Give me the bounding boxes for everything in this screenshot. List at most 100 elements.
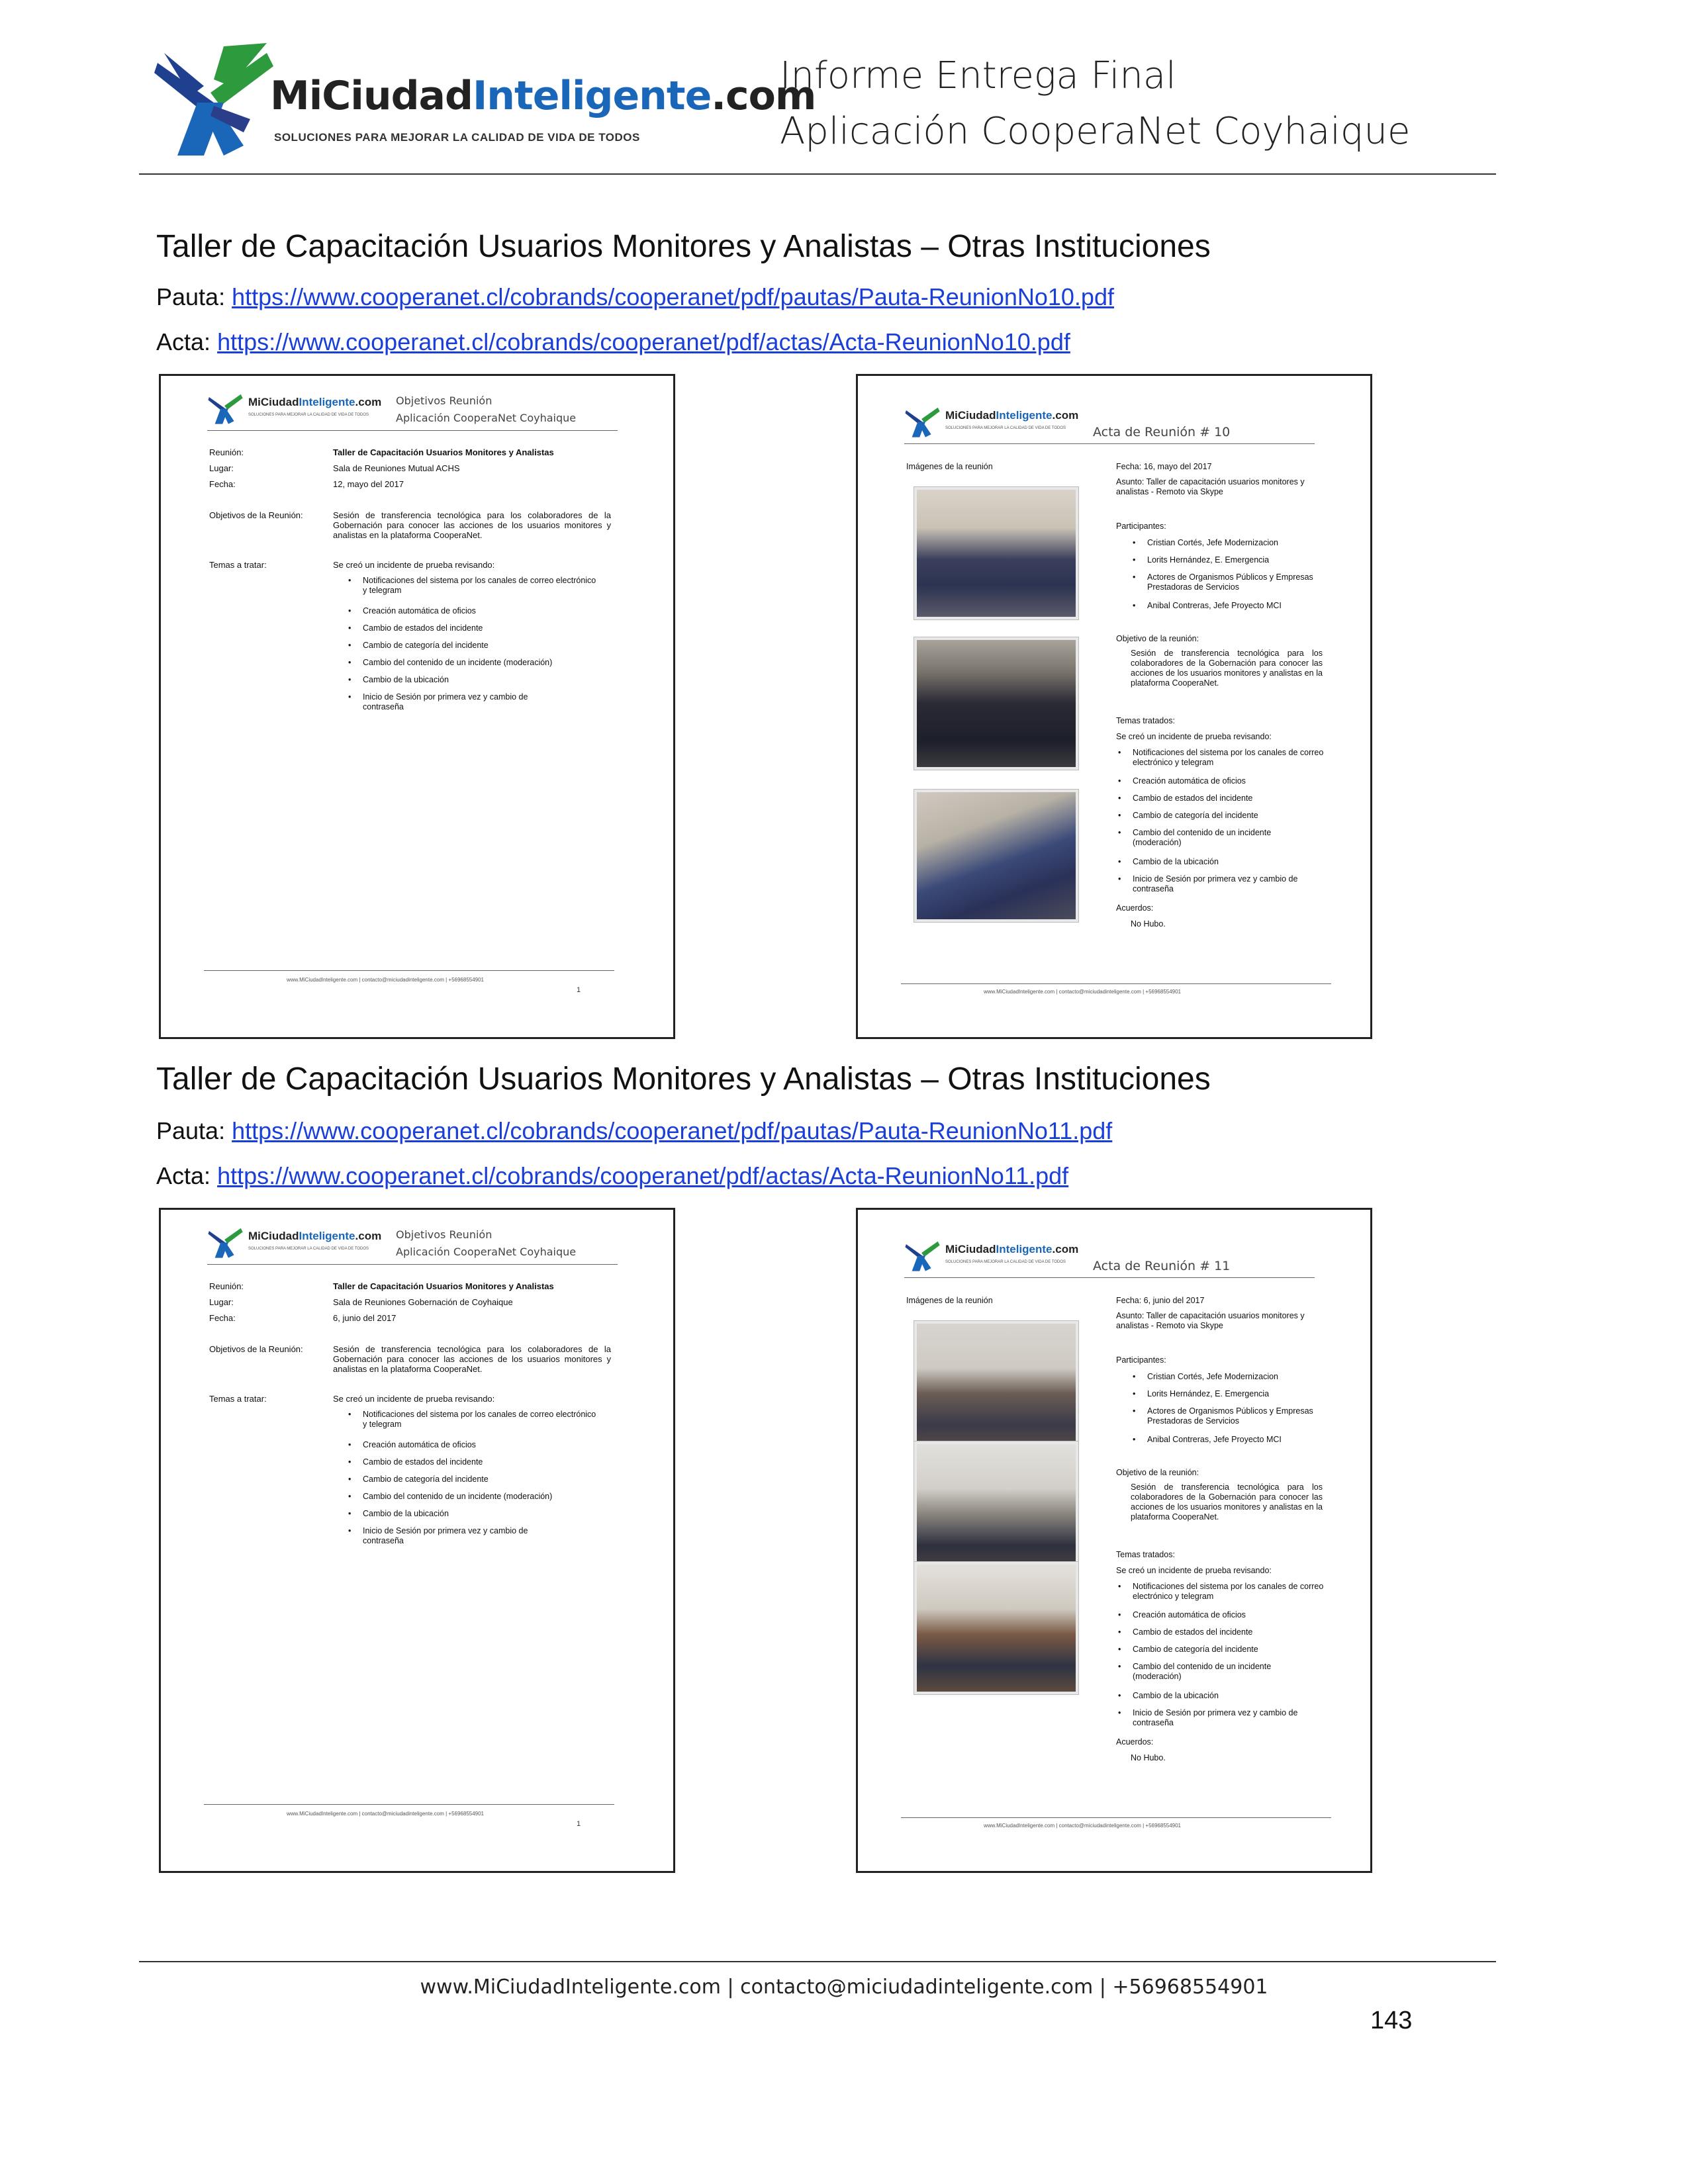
fecha-label: Fecha: (209, 479, 236, 489)
tema-item: Cambio de la ubicación (348, 1509, 601, 1519)
temas-label: Temas a tratar: (209, 560, 267, 570)
tema-item: Inicio de Sesión por primera vez y cambi… (1118, 874, 1325, 894)
tema-item: Cambio de estados del incidente (348, 1457, 601, 1467)
page-number: 143 (1370, 2007, 1413, 2034)
meeting-photo (914, 790, 1078, 922)
acta-asunto: Asunto: Taller de capacitación usuarios … (1116, 477, 1305, 496)
logo-x-icon (154, 43, 273, 156)
tema-item: Creación automática de oficios (1118, 776, 1325, 786)
participante-item: Cristian Cortés, Jefe Modernizacion (1133, 1372, 1326, 1382)
temas-intro: Se creó un incidente de prueba revisando… (1116, 1566, 1272, 1575)
acta-link[interactable]: https://www.cooperanet.cl/cobrands/coope… (217, 1162, 1068, 1189)
logo-x-icon (208, 1228, 243, 1258)
thumb-logo: MiCiudadInteligente.com SOLUCIONES PARA … (904, 1236, 1078, 1276)
tema-item: Creación automática de oficios (1118, 1610, 1325, 1620)
thumb-logo-tagline: SOLUCIONES PARA MEJORAR LA CALIDAD DE VI… (248, 413, 369, 417)
pauta-link[interactable]: https://www.cooperanet.cl/cobrands/coope… (232, 1117, 1112, 1144)
lugar-value: Sala de Reuniones Mutual ACHS (333, 463, 460, 473)
thumb-header: Objetivos Reunión Aplicación CooperaNet C… (396, 1228, 577, 1258)
acta-link[interactable]: https://www.cooperanet.cl/cobrands/coope… (217, 328, 1070, 355)
acta-asunto: Asunto: Taller de capacitación usuarios … (1116, 1311, 1305, 1330)
thumb-divider (207, 1264, 618, 1265)
thumb-footer: www.MiCiudadInteligente.com | contacto@m… (287, 977, 485, 983)
header-title-line2: Aplicación CooperaNet Coyhaique (780, 110, 1411, 153)
acuerdos-value: No Hubo. (1131, 1753, 1166, 1762)
thumb-logo-tagline: SOLUCIONES PARA MEJORAR LA CALIDAD DE VI… (945, 1260, 1066, 1264)
logo-tagline: SOLUCIONES PARA MEJORAR LA CALIDAD DE VI… (274, 131, 640, 144)
tema-item: Cambio del contenido de un incidente (mo… (1118, 828, 1311, 848)
fecha-value: 6, junio del 2017 (333, 1313, 397, 1323)
objetivos-value: Sesión de transferencia tecnológica para… (333, 1344, 611, 1374)
objetivo-label: Objetivo de la reunión: (1116, 1468, 1199, 1477)
temas-intro: Se creó un incidente de prueba revisando… (1116, 732, 1272, 741)
objetivo-label: Objetivo de la reunión: (1116, 634, 1199, 643)
tema-item: Creación automática de oficios (348, 606, 601, 616)
meeting-photo (914, 637, 1078, 770)
thumb-footer: www.MiCiudadInteligente.com | contacto@m… (984, 1823, 1182, 1829)
tema-item: Cambio de categoría del incidente (348, 641, 601, 651)
imagenes-label: Imágenes de la reunión (906, 462, 993, 471)
thumb-logo-wordmark: MiCiudadInteligente.com (248, 1230, 382, 1242)
acta-heading: Acta de Reunión # 11 (1093, 1259, 1231, 1273)
objetivo-value: Sesión de transferencia tecnológica para… (1131, 1482, 1323, 1522)
objetivo-value: Sesión de transferencia tecnológica para… (1131, 649, 1323, 688)
header-divider (139, 173, 1496, 175)
pauta-label: Pauta: (156, 283, 226, 310)
thumb-logo-wordmark: MiCiudadInteligente.com (248, 396, 382, 408)
tema-item: Cambio del contenido de un incidente (mo… (348, 658, 601, 668)
pauta-document-thumbnail: MiCiudadInteligente.com SOLUCIONES PARA … (159, 1208, 675, 1873)
thumb-logo: MiCiudadInteligente.com SOLUCIONES PARA … (904, 402, 1078, 442)
temas-intro: Se creó un incidente de prueba revisando… (333, 560, 495, 570)
page-footer: www.MiCiudadInteligente.com | contacto@m… (420, 1976, 1268, 1999)
tema-item: Inicio de Sesión por primera vez y cambi… (348, 1526, 561, 1546)
participante-item: Lorits Hernández, E. Emergencia (1133, 1389, 1326, 1399)
reunion-label: Reunión: (209, 447, 244, 457)
section-title: Taller de Capacitación Usuarios Monitore… (156, 229, 1211, 264)
tema-item: Notificaciones del sistema por los canal… (1118, 748, 1325, 768)
tema-item: Cambio de categoría del incidente (348, 1475, 601, 1484)
logo-x-icon (208, 394, 243, 424)
tema-item: Cambio del contenido de un incidente (mo… (1118, 1662, 1311, 1682)
tema-item: Cambio de la ubicación (348, 675, 601, 685)
meeting-photo (914, 1562, 1078, 1694)
tema-item: Cambio de categoría del incidente (1118, 1645, 1325, 1655)
acta-heading: Acta de Reunión # 10 (1093, 425, 1231, 439)
objetivos-label: Objetivos de la Reunión: (209, 1344, 303, 1354)
company-logo: MiCiudadInteligente.com SOLUCIONES PARA … (151, 40, 816, 159)
thumb-divider (904, 443, 1315, 444)
pauta-link[interactable]: https://www.cooperanet.cl/cobrands/coope… (232, 283, 1114, 310)
lugar-label: Lugar: (209, 463, 234, 473)
meeting-photo (914, 1321, 1078, 1453)
participantes-label: Participantes: (1116, 1355, 1166, 1365)
participante-item: Actores de Organismos Públicos y Empresa… (1133, 1406, 1319, 1426)
imagenes-label: Imágenes de la reunión (906, 1296, 993, 1305)
logo-x-icon (905, 1241, 940, 1271)
tema-item: Cambio de la ubicación (1118, 857, 1325, 867)
objetivos-value: Sesión de transferencia tecnológica para… (333, 510, 611, 540)
pauta-line: Pauta: https://www.cooperanet.cl/cobrand… (156, 1117, 1112, 1145)
thumb-logo: MiCiudadInteligente.com SOLUCIONES PARA … (207, 1223, 381, 1263)
meeting-photo (914, 487, 1078, 619)
tema-item: Inicio de Sesión por primera vez y cambi… (348, 692, 561, 712)
temas-label: Temas a tratar: (209, 1394, 267, 1404)
tema-item: Cambio de estados del incidente (1118, 794, 1325, 803)
tema-item: Cambio de categoría del incidente (1118, 811, 1325, 821)
objetivos-label: Objetivos de la Reunión: (209, 510, 303, 520)
logo-wordmark: MiCiudadInteligente.com (270, 73, 816, 119)
section-title: Taller de Capacitación Usuarios Monitore… (156, 1062, 1211, 1097)
thumb-footer: www.MiCiudadInteligente.com | contacto@m… (287, 1811, 485, 1817)
thumb-footer-divider (204, 970, 614, 971)
pauta-document-thumbnail: MiCiudadInteligente.com SOLUCIONES PARA … (159, 374, 675, 1039)
tema-item: Cambio de la ubicación (1118, 1691, 1325, 1701)
tema-item: Cambio de estados del incidente (1118, 1627, 1325, 1637)
participantes-label: Participantes: (1116, 522, 1166, 531)
thumb-page-number: 1 (577, 986, 581, 994)
lugar-value: Sala de Reuniones Gobernación de Coyhaiq… (333, 1297, 513, 1307)
acta-document-thumbnail: MiCiudadInteligente.com SOLUCIONES PARA … (856, 374, 1372, 1039)
thumb-footer-divider (204, 1804, 614, 1805)
tema-item: Creación automática de oficios (348, 1440, 601, 1450)
temas-intro: Se creó un incidente de prueba revisando… (333, 1394, 495, 1404)
tema-item: Notificaciones del sistema por los canal… (348, 1410, 601, 1430)
acta-document-thumbnail: MiCiudadInteligente.com SOLUCIONES PARA … (856, 1208, 1372, 1873)
acta-line: Acta: https://www.cooperanet.cl/cobrands… (156, 1162, 1068, 1190)
